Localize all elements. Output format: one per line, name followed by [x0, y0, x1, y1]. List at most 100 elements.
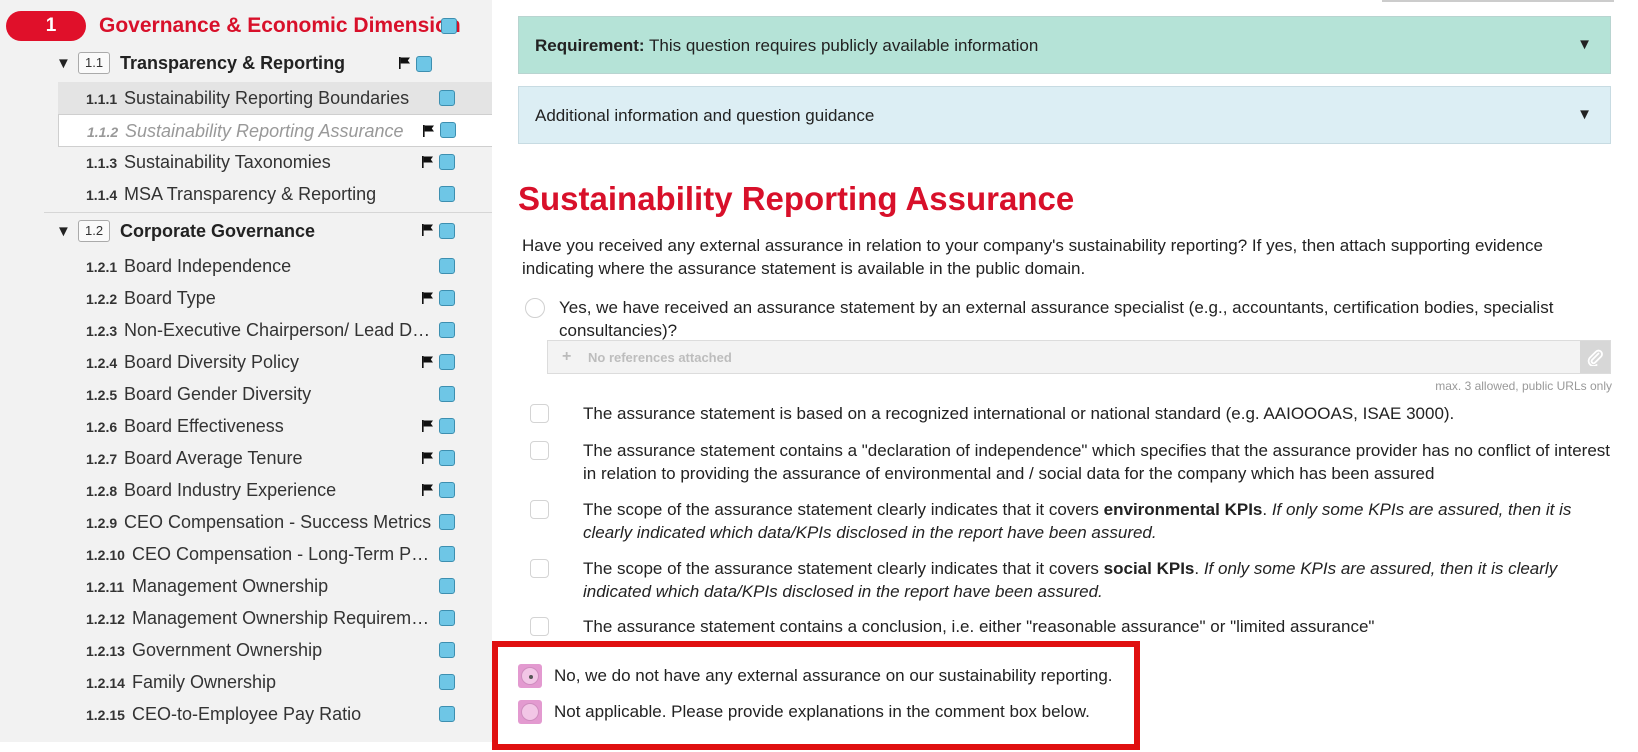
guidance-text: Additional information and question guid…	[535, 106, 875, 125]
collapse-triangle-icon[interactable]: ▼	[56, 55, 71, 72]
sidebar-item-1-2-12[interactable]: 1.2.12 Management Ownership Requirements	[58, 602, 492, 635]
highlight-box: No, we do not have any external assuranc…	[492, 641, 1140, 750]
item-code: 1.2.15	[86, 707, 125, 723]
option-yes-radio[interactable]	[525, 298, 545, 318]
sidebar-item-1-2-1[interactable]: 1.2.1 Board Independence	[58, 250, 492, 283]
expand-triangle-icon[interactable]: ▼	[1577, 106, 1592, 123]
status-square-icon	[439, 154, 455, 170]
flag-icon	[421, 155, 435, 169]
references-field[interactable]: + No references attached	[547, 340, 1611, 374]
item-code: 1.2.7	[86, 451, 118, 467]
status-square-icon	[416, 56, 432, 72]
item-label: CEO Compensation - Long-Term Performance	[132, 544, 432, 564]
item-label: CEO Compensation - Success Metrics	[124, 512, 432, 532]
item-label: Sustainability Taxonomies	[124, 152, 331, 172]
item-label: Family Ownership	[132, 672, 277, 692]
status-square-icon	[439, 418, 455, 434]
flag-icon	[421, 451, 435, 465]
status-square-icon	[439, 386, 455, 402]
checkbox-standard-label: The assurance statement is based on a re…	[583, 404, 1455, 423]
add-reference-icon[interactable]: +	[562, 348, 571, 366]
expand-triangle-icon[interactable]: ▼	[1577, 36, 1592, 53]
sidebar-item-1-1-3[interactable]: 1.1.3 Sustainability Taxonomies	[58, 146, 492, 179]
status-square-icon	[441, 18, 457, 34]
flag-icon	[398, 56, 412, 70]
item-label: MSA Transparency & Reporting	[124, 184, 377, 204]
item-code: 1.2.13	[86, 643, 125, 659]
item-label: Board Type	[124, 288, 216, 308]
item-code: 1.2.14	[86, 675, 125, 691]
requirement-label: Requirement:	[535, 36, 645, 55]
status-square-icon	[439, 610, 455, 626]
dimension-title: Governance & Economic Dimension	[99, 14, 461, 37]
sidebar-item-1-1-2[interactable]: 1.1.2 Sustainability Reporting Assurance	[58, 114, 492, 147]
sidebar-item-1-1-1[interactable]: 1.1.1 Sustainability Reporting Boundarie…	[58, 82, 492, 115]
item-label: Board Average Tenure	[124, 448, 303, 468]
item-label: Board Industry Experience	[124, 480, 337, 500]
sidebar-group-transparency[interactable]: ▼ 1.1 Transparency & Reporting	[44, 45, 492, 81]
checkbox-social-kpis[interactable]	[530, 559, 549, 578]
requirement-value: This question requires publicly availabl…	[649, 36, 1039, 55]
option-yes-label: Yes, we have received an assurance state…	[559, 298, 1554, 340]
sidebar-item-1-1-4[interactable]: 1.1.4 MSA Transparency & Reporting	[58, 178, 492, 211]
item-label: Government Ownership	[132, 640, 323, 660]
paperclip-icon	[1587, 349, 1603, 366]
dimension-header[interactable]: 1 Governance & Economic Dimension	[0, 8, 492, 44]
sidebar-item-1-2-15[interactable]: 1.2.15 CEO-to-Employee Pay Ratio	[58, 698, 492, 742]
checkbox-independence-label: The assurance statement contains a "decl…	[583, 441, 1610, 483]
sidebar-item-1-2-14[interactable]: 1.2.14 Family Ownership	[58, 666, 492, 699]
item-label: Board Effectiveness	[124, 416, 284, 436]
sidebar-item-1-2-13[interactable]: 1.2.13 Government Ownership	[58, 634, 492, 667]
status-square-icon	[439, 354, 455, 370]
main-content: Requirement: This question requires publ…	[492, 0, 1638, 752]
status-square-icon	[439, 706, 455, 722]
option-na-label: Not applicable. Please provide explanati…	[554, 702, 1090, 721]
item-code: 1.1.1	[86, 91, 118, 107]
sidebar-item-1-2-5[interactable]: 1.2.5 Board Gender Diversity	[58, 378, 492, 411]
flag-icon	[422, 124, 436, 138]
collapse-triangle-icon[interactable]: ▼	[56, 223, 71, 240]
item-code: 1.2.4	[86, 355, 118, 371]
sidebar-group-corporate-governance[interactable]: ▼ 1.2 Corporate Governance	[44, 213, 492, 249]
sidebar-item-1-2-9[interactable]: 1.2.9 CEO Compensation - Success Metrics	[58, 506, 492, 539]
checkbox-conclusion[interactable]	[530, 617, 549, 636]
sidebar-item-1-2-2[interactable]: 1.2.2 Board Type	[58, 282, 492, 315]
question-text: Have you received any external assurance…	[522, 236, 1543, 278]
group-code: 1.1	[78, 52, 111, 74]
flag-icon	[421, 223, 435, 237]
item-code: 1.2.6	[86, 419, 118, 435]
attach-button[interactable]	[1580, 341, 1610, 373]
requirement-panel[interactable]: Requirement: This question requires publ…	[518, 16, 1611, 74]
sidebar-item-1-2-10[interactable]: 1.2.10 CEO Compensation - Long-Term Perf…	[58, 538, 492, 571]
flag-icon	[421, 419, 435, 433]
sidebar-nav: 1 Governance & Economic Dimension ▼ 1.1 …	[0, 0, 492, 742]
checkbox-independence[interactable]	[530, 441, 549, 460]
sidebar-item-1-2-4[interactable]: 1.2.4 Board Diversity Policy	[58, 346, 492, 379]
status-square-icon	[439, 514, 455, 530]
status-square-icon	[439, 186, 455, 202]
checkbox-environmental-kpis-label: The scope of the assurance statement cle…	[583, 500, 1572, 542]
guidance-panel[interactable]: Additional information and question guid…	[518, 86, 1611, 144]
option-no-label: No, we do not have any external assuranc…	[554, 666, 1113, 685]
status-square-icon	[439, 546, 455, 562]
question-title: Sustainability Reporting Assurance	[518, 180, 1075, 217]
dimension-number-badge: 1	[6, 11, 86, 41]
status-square-icon	[439, 258, 455, 274]
item-label: Management Ownership	[132, 576, 329, 596]
item-label: Non-Executive Chairperson/ Lead Director	[124, 320, 432, 340]
checkbox-standard[interactable]	[530, 404, 549, 423]
sidebar-item-1-2-8[interactable]: 1.2.8 Board Industry Experience	[58, 474, 492, 507]
sidebar-item-1-2-3[interactable]: 1.2.3 Non-Executive Chairperson/ Lead Di…	[58, 314, 492, 347]
group-code: 1.2	[78, 220, 111, 242]
option-no-radio[interactable]	[518, 664, 542, 688]
item-label: Board Independence	[124, 256, 292, 276]
status-square-icon	[439, 322, 455, 338]
sidebar-item-1-2-11[interactable]: 1.2.11 Management Ownership	[58, 570, 492, 603]
checkbox-environmental-kpis[interactable]	[530, 500, 549, 519]
item-label: Sustainability Reporting Boundaries	[124, 88, 410, 108]
references-placeholder: No references attached	[588, 350, 732, 365]
status-square-icon	[439, 674, 455, 690]
option-na-radio[interactable]	[518, 700, 542, 724]
sidebar-item-1-2-6[interactable]: 1.2.6 Board Effectiveness	[58, 410, 492, 443]
sidebar-item-1-2-7[interactable]: 1.2.7 Board Average Tenure	[58, 442, 492, 475]
